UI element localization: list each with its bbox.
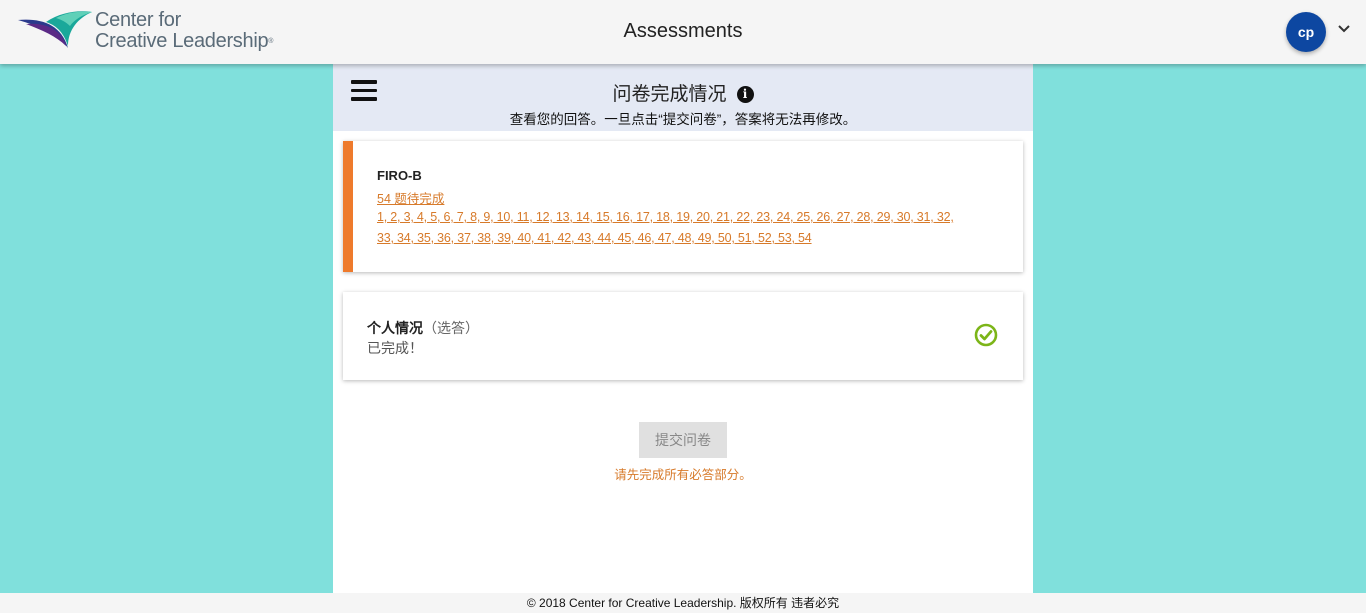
- submit-questionnaire-button[interactable]: 提交问卷: [639, 422, 727, 458]
- app-title: Assessments: [623, 20, 743, 42]
- page-title: 问卷完成情况: [612, 84, 727, 105]
- top-app-bar: Center for Creative Leadership® Assessme…: [0, 0, 1366, 64]
- personal-info-title: 个人情况（选答）: [367, 318, 479, 338]
- check-circle-icon: [974, 323, 998, 347]
- firo-b-question-links[interactable]: 1, 2, 3, 4, 5, 6, 7, 8, 9, 10, 11, 12, 1…: [377, 207, 1017, 249]
- page-title-row: 问卷完成情况 i: [333, 79, 1033, 106]
- info-icon[interactable]: i: [736, 86, 754, 103]
- firo-b-pending-link[interactable]: 54 题待完成: [377, 188, 444, 207]
- question-links-line-1[interactable]: 1, 2, 3, 4, 5, 6, 7, 8, 9, 10, 11, 12, 1…: [377, 207, 1017, 228]
- firo-b-title: FIRO-B: [377, 168, 422, 183]
- page-subtitle: 查看您的回答。一旦点击“提交问卷”，答案将无法再修改。: [509, 112, 857, 127]
- main-panel: 问卷完成情况 i 查看您的回答。一旦点击“提交问卷”，答案将无法再修改。 FIRO…: [333, 64, 1033, 593]
- footer-copyright: © 2018 Center for Creative Leadership. 版…: [0, 593, 1366, 613]
- optional-label: （选答）: [423, 320, 479, 336]
- submit-hint: 请先完成所有必答部分。: [614, 468, 752, 482]
- personal-info-name: 个人情况: [367, 320, 423, 336]
- question-links-line-2[interactable]: 33, 34, 35, 36, 37, 38, 39, 40, 41, 42, …: [377, 228, 1017, 249]
- user-avatar[interactable]: cp: [1286, 12, 1326, 52]
- personal-info-card[interactable]: 个人情况（选答） 已完成！: [343, 292, 1023, 380]
- chevron-down-icon[interactable]: [1337, 24, 1351, 34]
- page-header: 问卷完成情况 i 查看您的回答。一旦点击“提交问卷”，答案将无法再修改。: [333, 64, 1033, 131]
- firo-b-card: FIRO-B 54 题待完成 1, 2, 3, 4, 5, 6, 7, 8, 9…: [343, 141, 1023, 272]
- personal-info-status: 已完成！: [367, 340, 423, 356]
